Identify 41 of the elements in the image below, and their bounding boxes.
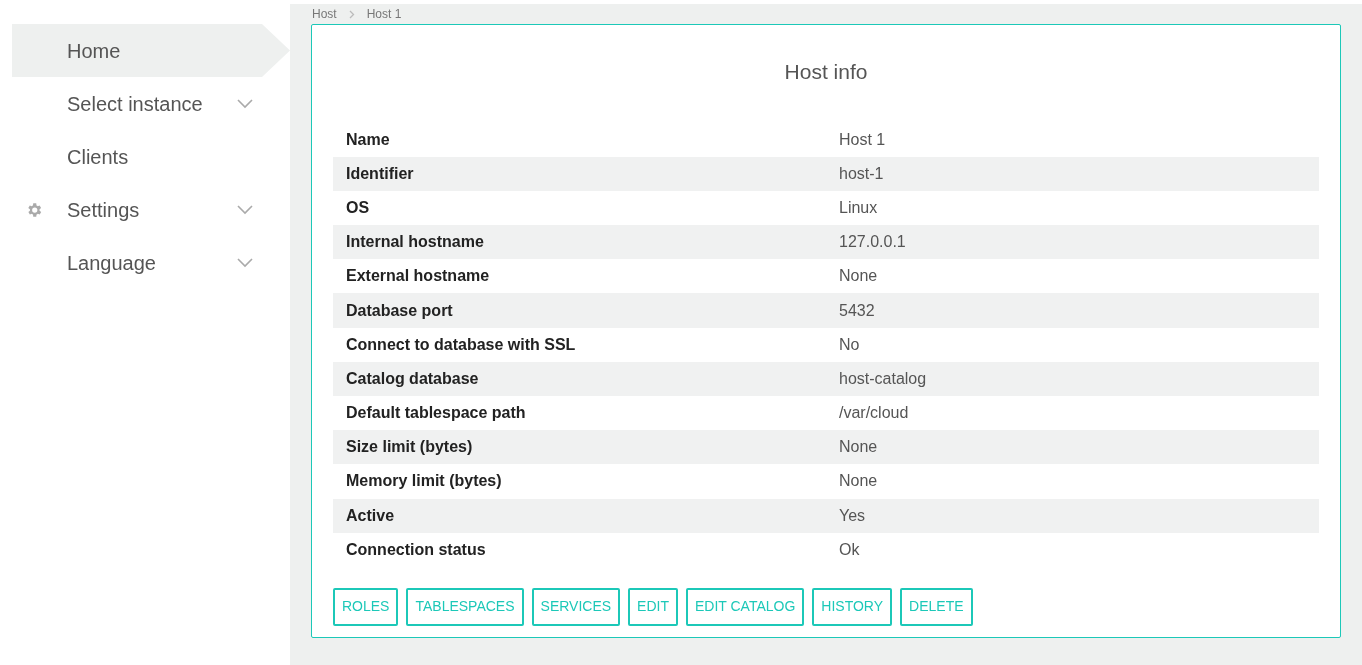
chevron-down-icon: [237, 98, 253, 109]
field-label: Default tablespace path: [346, 403, 527, 424]
chevron-right-icon: [348, 9, 355, 19]
action-button[interactable]: ROLES: [333, 587, 399, 626]
field-value: None: [839, 437, 878, 458]
field-label: External hostname: [346, 266, 491, 287]
field-value: Yes: [839, 505, 866, 526]
breadcrumb-link[interactable]: Host 1: [366, 5, 402, 23]
field-value: No: [839, 334, 860, 355]
field-value: 127.0.0.1: [839, 232, 906, 253]
field-label: Connect to database with SSL: [346, 334, 577, 355]
breadcrumb-link[interactable]: Host: [312, 5, 337, 23]
field-value: host-catalog: [839, 368, 927, 389]
field-value: Host 1: [839, 129, 886, 150]
field-label: Name: [346, 129, 391, 150]
field-label: Size limit (bytes): [346, 437, 474, 458]
action-button[interactable]: HISTORY: [812, 587, 893, 626]
sidebar-item[interactable]: Home: [12, 24, 290, 77]
action-button[interactable]: DELETE: [900, 587, 973, 626]
field-label: Connection status: [346, 539, 487, 560]
field-label: Identifier: [346, 163, 415, 184]
action-button[interactable]: SERVICES: [531, 587, 621, 626]
field-value: Ok: [839, 539, 860, 560]
field-value: None: [839, 471, 878, 492]
card-title: Host info: [783, 59, 869, 85]
chevron-down-icon: [237, 257, 253, 268]
field-value: /var/cloud: [839, 403, 909, 424]
action-button[interactable]: TABLESPACES: [406, 587, 524, 626]
chevron-down-icon: [237, 204, 253, 215]
field-label: Catalog database: [346, 368, 480, 389]
field-value: host-1: [839, 163, 884, 184]
field-label: Database port: [346, 300, 454, 321]
field-value: 5432: [839, 300, 875, 321]
field-value: None: [839, 266, 878, 287]
action-button[interactable]: EDIT: [628, 587, 678, 626]
action-button[interactable]: EDIT CATALOG: [686, 587, 805, 626]
field-value: Linux: [839, 197, 878, 218]
field-label: Memory limit (bytes): [346, 471, 503, 492]
field-label: Active: [346, 505, 396, 526]
field-label: OS: [346, 197, 371, 218]
field-label: Internal hostname: [346, 232, 485, 253]
